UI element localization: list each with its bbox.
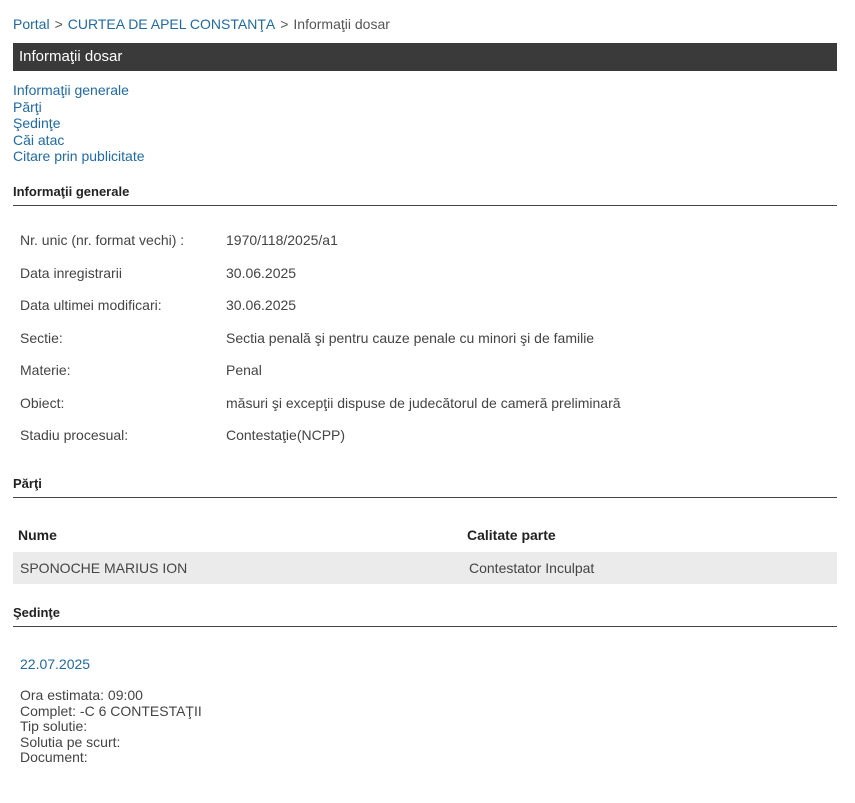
info-label: Materie: [20, 362, 71, 378]
info-label: Data inregistrarii [20, 264, 122, 281]
table-row: SPONOCHE MARIUS ION Contestator Inculpat [13, 552, 837, 584]
hearing-estimated-time: Ora estimata: 09:00 [20, 687, 143, 703]
party-role: Contestator Inculpat [469, 560, 595, 576]
breadcrumb-separator: > [54, 16, 63, 32]
section-nav: Informaţii generale Părţi Şedinţe Căi at… [13, 82, 145, 165]
general-info-heading: Informaţii generale [13, 184, 837, 206]
info-label: Data ultimei modificari: [20, 297, 162, 313]
party-name: SPONOCHE MARIUS ION [20, 560, 188, 576]
hearing-solution-type: Tip solutie: [20, 718, 88, 734]
page-title: Informaţii dosar [19, 48, 123, 65]
column-header-name: Nume [18, 527, 57, 543]
info-label: Obiect: [20, 394, 65, 411]
parties-table-header: Nume Calitate parte [13, 524, 837, 548]
info-value: Contestaţie(NCPP) [226, 427, 346, 443]
hearing-solution-summary: Solutia pe scurt: [20, 733, 121, 750]
nav-link-public-summons[interactable]: Citare prin publicitate [13, 148, 145, 165]
breadcrumb-court-link[interactable]: CURTEA DE APEL CONSTANŢA [68, 16, 275, 32]
breadcrumb-portal-link[interactable]: Portal [13, 16, 50, 32]
breadcrumb-separator: > [280, 16, 289, 32]
info-row-case-number: Nr. unic (nr. format vechi) : 1970/118/2… [20, 232, 621, 265]
hearing-document: Document: [20, 749, 88, 765]
info-row-matter: Materie: Penal [20, 362, 621, 395]
info-row-last-modified: Data ultimei modificari: 30.06.2025 [20, 297, 621, 330]
info-row-procedural-stage: Stadiu procesual: Contestaţie(NCPP) [20, 427, 621, 460]
parties-heading: Părţi [13, 476, 837, 498]
info-row-section: Sectie: Sectia penală şi pentru cauze pe… [20, 330, 621, 363]
info-value: măsuri şi excepţii dispuse de judecătoru… [226, 394, 621, 411]
info-value: 30.06.2025 [226, 264, 297, 281]
nav-link-parties[interactable]: Părţi [13, 99, 145, 116]
general-info-table: Nr. unic (nr. format vechi) : 1970/118/2… [20, 232, 621, 460]
breadcrumb-current: Informaţii dosar [293, 16, 390, 32]
info-label: Sectie: [20, 329, 63, 346]
info-label: Nr. unic (nr. format vechi) : [20, 232, 185, 248]
info-value: 1970/118/2025/a1 [226, 232, 338, 248]
column-header-role: Calitate parte [467, 527, 556, 543]
info-value: Sectia penală şi pentru cauze penale cu … [226, 329, 595, 346]
info-label: Stadiu procesual: [20, 427, 129, 443]
hearings-heading: Şedinţe [13, 605, 837, 627]
nav-link-general-info[interactable]: Informaţii generale [13, 82, 145, 99]
nav-link-appeals[interactable]: Căi atac [13, 132, 145, 149]
hearing-date: 22.07.2025 [20, 656, 91, 672]
info-value: Penal [226, 362, 262, 378]
info-row-registration-date: Data inregistrarii 30.06.2025 [20, 265, 621, 298]
nav-link-hearings[interactable]: Şedinţe [13, 115, 145, 132]
hearing-details: Ora estimata: 09:00 Complet: -C 6 CONTES… [20, 687, 202, 766]
info-value: 30.06.2025 [226, 297, 297, 313]
info-row-object: Obiect: măsuri şi excepţii dispuse de ju… [20, 395, 621, 428]
breadcrumb: Portal > CURTEA DE APEL CONSTANŢA > Informaţ… [13, 16, 390, 32]
hearing-panel: Complet: -C 6 CONTESTAŢII [20, 702, 202, 719]
page-title-bar: Informaţii dosar [13, 43, 837, 71]
